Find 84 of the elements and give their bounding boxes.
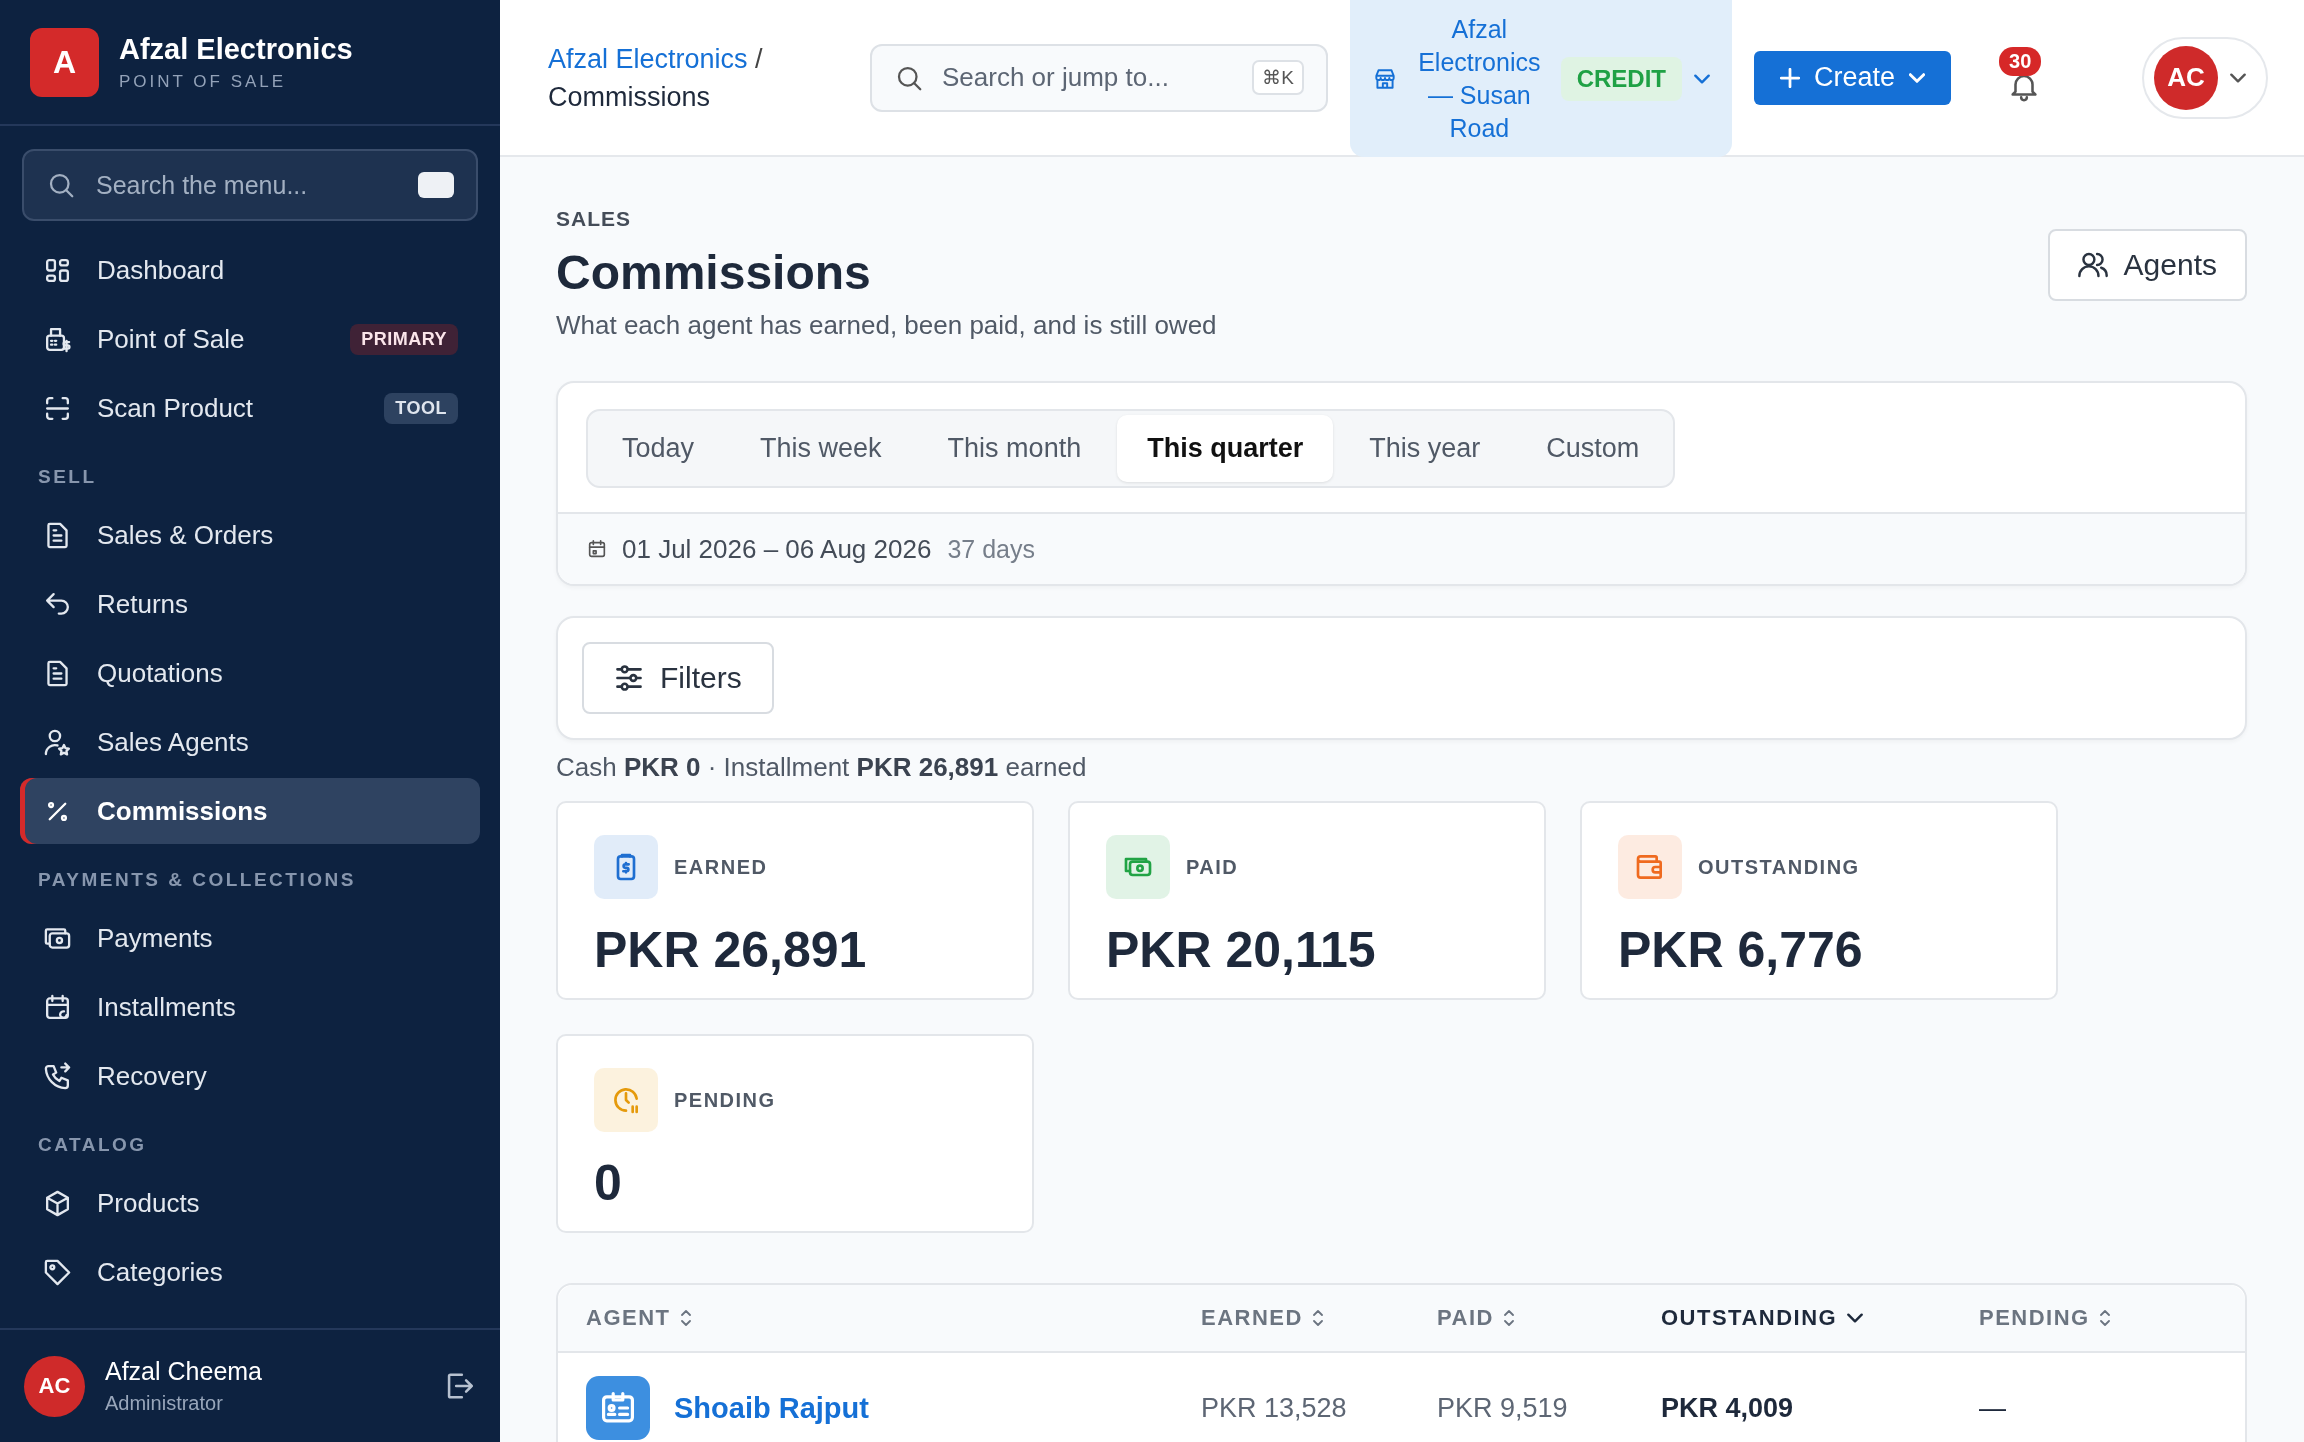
plus-icon — [1780, 67, 1800, 88]
page-title: Commissions — [556, 245, 872, 300]
section-heading: PAYMENTS & COLLECTIONS — [37, 868, 357, 892]
stat-value: PKR 20,115 — [1106, 921, 1377, 979]
store-switcher[interactable]: Afzal Electronics — Susan Road CREDIT — [1350, 0, 1732, 157]
section-heading: SELL — [37, 465, 98, 489]
sidebar-item[interactable]: Scan Product TOOL — [20, 375, 480, 441]
chevron-down-icon — [1694, 73, 1710, 84]
agent-link[interactable]: Shoaib Rajput — [674, 1391, 869, 1425]
search-field[interactable]: Search or jump to... ⌘K — [870, 43, 1328, 112]
sidebar-item[interactable]: Quotations — [20, 640, 480, 706]
page-subtitle: What each agent has earned, been paid, and is still owed — [556, 310, 1217, 341]
brand-name: Afzal Electronics — [119, 32, 353, 66]
menu-search-input[interactable]: Search the menu... — [94, 169, 400, 201]
breadcrumb-link[interactable]: Afzal Electronics — [548, 43, 748, 74]
sidebar-item[interactable]: Sales Agents — [20, 709, 480, 775]
stat-value: PKR 6,776 — [1618, 921, 1864, 979]
sidebar-item[interactable]: Sales & Orders — [20, 502, 480, 568]
day-count: 37 days — [947, 534, 1035, 564]
sidebar-item[interactable]: Products — [20, 1170, 480, 1236]
notification-count: 30 — [1999, 46, 2042, 76]
column-header[interactable]: AGENT — [586, 1305, 691, 1331]
sidebar-item[interactable]: Returns — [20, 571, 480, 637]
period-tab[interactable]: This year — [1339, 415, 1511, 482]
user-role: Administrator — [105, 1392, 224, 1415]
period-tab[interactable]: Custom — [1516, 415, 1670, 482]
agents-button[interactable]: Agents — [2047, 229, 2247, 301]
stat-label: PENDING — [674, 1088, 776, 1112]
search-input[interactable]: Search or jump to... — [940, 61, 1237, 94]
period-tab[interactable]: This month — [917, 415, 1112, 482]
stat-value: PKR 26,891 — [594, 921, 868, 979]
filters-button[interactable]: Filters — [582, 642, 774, 714]
sort-icon — [1312, 1310, 1323, 1326]
sort-icon — [2099, 1310, 2110, 1326]
column-header[interactable]: EARNED — [1201, 1305, 1323, 1331]
menu-badge: TOOL — [384, 392, 458, 424]
chevron-down-icon — [1909, 72, 1926, 83]
sidebar-item[interactable]: Point of Sale PRIMARY — [20, 306, 480, 372]
phone-icon — [42, 1060, 73, 1092]
table-cell-text: PKR 9,519 — [1437, 1392, 1569, 1424]
chevron-down-icon — [1847, 1313, 1864, 1323]
user-name: Afzal Cheema — [105, 1357, 264, 1386]
profile-menu[interactable]: AC — [2142, 36, 2268, 119]
stat-value: 0 — [594, 1154, 623, 1212]
date-range: 01 Jul 2026 – 06 Aug 2026 — [622, 533, 932, 565]
breadcrumb-current: Commissions — [548, 80, 712, 114]
page-eyebrow: SALES — [556, 207, 632, 231]
sidebar-item[interactable]: Commissions — [20, 778, 480, 844]
calendar-icon — [586, 538, 608, 560]
shortcut-key: ⌘K — [1252, 60, 1304, 95]
stat-label: EARNED — [674, 855, 768, 879]
table-cell-text: PKR 4,009 — [1661, 1392, 1795, 1424]
sort-icon — [1503, 1310, 1514, 1326]
section-heading: CATALOG — [37, 1133, 148, 1157]
user-avatar: AC — [24, 1355, 85, 1417]
column-header[interactable]: PAID — [1437, 1305, 1514, 1331]
sidebar-item[interactable]: Recovery — [20, 1043, 480, 1109]
chevron-down-icon — [2230, 72, 2246, 83]
stat-label: OUTSTANDING — [1698, 855, 1860, 879]
menu-badge: PRIMARY — [350, 323, 458, 355]
period-tab[interactable]: This quarter — [1117, 415, 1334, 482]
brand-tagline: POINT OF SALE — [119, 71, 288, 92]
table-cell-text: — — [1979, 1392, 2007, 1424]
table-cell-text: PKR 13,528 — [1201, 1392, 1348, 1424]
period-tab[interactable]: Today — [592, 415, 725, 482]
credit-badge: CREDIT — [1560, 56, 1682, 101]
column-header[interactable]: OUTSTANDING — [1661, 1305, 1864, 1331]
column-header[interactable]: PENDING — [1979, 1305, 2110, 1331]
user-avatar: AC — [2154, 45, 2218, 110]
users-icon — [2077, 252, 2108, 278]
sliders-icon — [614, 665, 644, 691]
stat-label: PAID — [1186, 855, 1239, 879]
shortcut-key-icon — [418, 172, 454, 198]
sidebar-item[interactable]: Categories — [20, 1239, 480, 1305]
menu-search-field[interactable]: Search the menu... — [22, 149, 478, 221]
create-button[interactable]: Create — [1754, 50, 1952, 105]
sidebar-item[interactable]: Installments — [20, 974, 480, 1040]
sort-icon — [680, 1310, 691, 1326]
brand-logo: A — [30, 27, 99, 97]
summary-text: Cash PKR 0 · Installment PKR 26,891 earned — [556, 752, 1088, 783]
breadcrumb-separator: / — [755, 43, 763, 74]
sidebar-item[interactable]: Payments — [20, 905, 480, 971]
sidebar-item[interactable]: Dashboard — [20, 237, 480, 303]
period-tab[interactable]: This week — [730, 415, 912, 482]
